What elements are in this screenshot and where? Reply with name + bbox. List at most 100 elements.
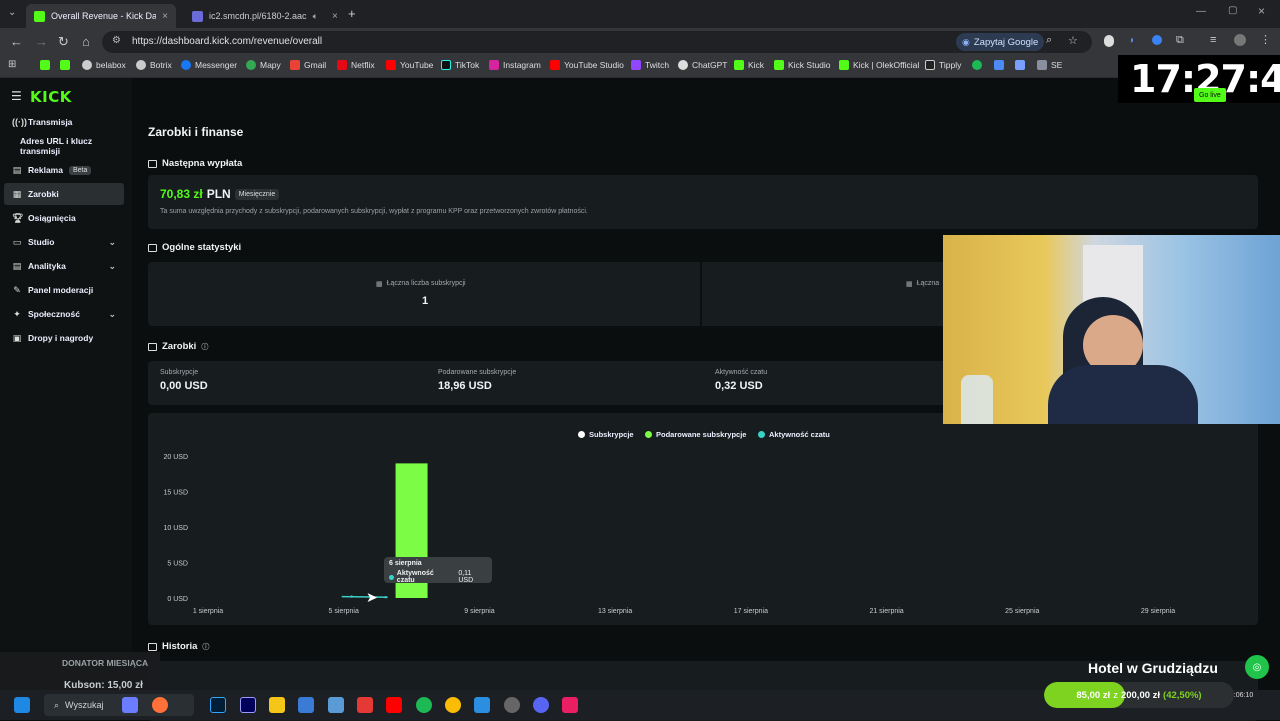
bookmark-spotify[interactable] (972, 60, 982, 70)
chrome-icon[interactable] (445, 697, 461, 713)
sidebar-item-zarobki[interactable]: ▦ Zarobki (4, 183, 124, 205)
earnings-chart: Subskrypcje Podarowane subskrypcje Aktyw… (148, 413, 1258, 625)
bookmark-netflix[interactable]: Netflix (337, 60, 375, 70)
app-icon[interactable] (122, 697, 138, 713)
premiere-icon[interactable] (240, 697, 256, 713)
site-info-icon[interactable]: ⚙ (112, 35, 121, 46)
bookmark-twitch[interactable]: Twitch (631, 60, 669, 70)
youtube-icon[interactable] (386, 697, 402, 713)
puzzle-icon[interactable]: ⧉ (1176, 34, 1184, 47)
go-live-button[interactable]: Go live (1194, 88, 1226, 102)
minimize-icon[interactable]: — (1196, 6, 1206, 17)
earnings-icon (148, 342, 157, 351)
sidebar-item-reklama[interactable]: ▤ Reklama Beta (4, 159, 124, 181)
tooltip-series: Aktywność czatu (396, 570, 434, 584)
obs-icon[interactable] (504, 697, 520, 713)
bookmark-kick-1[interactable] (40, 60, 50, 70)
bookmark-youtube[interactable]: YouTube (386, 60, 433, 70)
taskbar-search[interactable]: ⌕ Wyszukaj (44, 694, 194, 716)
bookmark-tiktok[interactable]: TikTok (441, 60, 479, 70)
kick-logo[interactable]: KICK (30, 88, 72, 106)
donator-overlay: DONATOR MIESIĄCA Kubson: 15,00 zł (0, 652, 160, 692)
maximize-icon[interactable]: ▢ (1228, 5, 1237, 16)
notepad-icon[interactable] (328, 697, 344, 713)
earnings-icon: ▦ (12, 188, 22, 199)
bookmark-gmail[interactable]: Gmail (290, 60, 326, 70)
app-icon[interactable] (474, 697, 490, 713)
tab-audio-stream[interactable]: ic2.smcdn.pl/6180-2.aac 🔈︎ × (184, 4, 339, 28)
bookmark-se[interactable]: SE (1037, 60, 1062, 70)
info-icon[interactable]: ⓘ (202, 642, 209, 652)
stat-label: Subskrypcje (160, 369, 199, 376)
photoshop-icon[interactable] (210, 697, 226, 713)
zoom-icon[interactable]: ⌕ (1046, 34, 1052, 47)
bookmark-belabox[interactable]: belabox (82, 60, 126, 70)
sidebar-item-spolecznosc[interactable]: ✦ Społeczność ⌄ (4, 303, 124, 325)
bookmark-chatgpt[interactable]: ChatGPT (678, 60, 727, 70)
profile-avatar[interactable] (1234, 34, 1246, 46)
sidebar-item-stream-key[interactable]: Adres URL i klucz transmisji (4, 135, 124, 157)
tipply-icon (925, 60, 935, 70)
goal-title: Hotel w Grudziądzu (1088, 660, 1218, 676)
sidebar-item-studio[interactable]: ▭ Studio ⌄ (4, 231, 124, 253)
y-tick-label: 5 USD (167, 561, 188, 568)
reading-list-icon[interactable]: ≡ (1210, 34, 1216, 46)
sidebar-item-panel-moderacji[interactable]: ✎ Panel moderacji (4, 279, 124, 301)
back-icon[interactable]: ← (10, 34, 23, 49)
tab-kick-dashboard[interactable]: Overall Revenue - Kick Dashboa × (26, 4, 176, 28)
spotify-icon[interactable] (416, 697, 432, 713)
goal-progress-text: 85,00 zł z 200,00 zł (42,50%) (1044, 682, 1234, 708)
bookmark-instagram[interactable]: Instagram (489, 60, 541, 70)
sidebar-item-analityka[interactable]: ▤ Analityka ⌄ (4, 255, 124, 277)
chevron-down-icon: ⌄ (108, 260, 116, 271)
bookmark-kick-olek[interactable]: Kick | OlekOfficial (839, 60, 919, 70)
bookmark-kick[interactable]: Kick (734, 60, 764, 70)
app-icon[interactable] (357, 697, 373, 713)
reload-icon[interactable]: ↻ (58, 34, 69, 50)
sidebar-item-osiagniecia[interactable]: 🏆︎ Osiągnięcia (4, 207, 124, 229)
apps-grid-icon[interactable]: ⊞ (8, 59, 16, 70)
app-icon[interactable] (562, 697, 578, 713)
extension-icon[interactable] (1152, 35, 1162, 45)
bookmark-botrix[interactable]: Botrix (136, 60, 172, 70)
sidebar-item-transmisja[interactable]: ((·)) Transmisja (4, 111, 124, 133)
extension-icon[interactable]: ◑ (1128, 35, 1134, 46)
extension-icon[interactable] (1104, 35, 1114, 47)
hamburger-menu-icon[interactable]: ☰ (11, 89, 22, 103)
close-window-icon[interactable]: × (1258, 4, 1265, 18)
windows-start-icon[interactable] (14, 697, 30, 713)
search-icon: ⌕ (54, 699, 60, 710)
discord-icon[interactable] (533, 697, 549, 713)
bookmark-messenger[interactable]: Messenger (181, 60, 237, 70)
calculator-icon[interactable] (298, 697, 314, 713)
stat-value: 0,32 USD (715, 380, 763, 392)
label-text: Łączna liczba subskrypcji (386, 280, 466, 287)
stat-subscriptions: Subskrypcje 0,00 USD (160, 369, 208, 392)
kick-favicon-icon (34, 10, 45, 22)
forward-icon[interactable]: → (35, 34, 48, 49)
globe-icon (136, 60, 146, 70)
sidebar-item-dropy[interactable]: ▣ Dropy i nagrody (4, 327, 124, 349)
ask-google-button[interactable]: ◉ Zapytaj Google (956, 33, 1045, 51)
bookmark-mapy[interactable]: Mapy (246, 60, 281, 70)
home-icon[interactable]: ⌂ (82, 34, 90, 49)
url-bar[interactable]: ⚙ https://dashboard.kick.com/revenue/ove… (102, 31, 1092, 53)
bookmark-kick-2[interactable] (60, 60, 70, 70)
bookmark-youtube-studio[interactable]: YouTube Studio (550, 60, 624, 70)
menu-icon[interactable]: ⋮ (1260, 33, 1271, 46)
info-icon[interactable]: ⓘ (201, 342, 208, 352)
firefox-icon[interactable] (152, 697, 168, 713)
new-tab-icon[interactable]: + (348, 6, 356, 21)
close-tab-icon[interactable]: × (332, 11, 338, 22)
bookmark-star-icon[interactable]: ☆ (1068, 34, 1078, 47)
total-subs-value: 1 (422, 295, 429, 307)
tab-search-icon[interactable]: ⌄ (8, 7, 16, 18)
file-explorer-icon[interactable] (269, 697, 285, 713)
bookmark-tipply[interactable]: Tipply (925, 60, 961, 70)
bookmark-kick-studio[interactable]: Kick Studio (774, 60, 831, 70)
bookmark-ext[interactable] (1015, 60, 1025, 70)
close-tab-icon[interactable]: × (162, 11, 168, 22)
goal-percent: (42,50%) (1163, 689, 1202, 701)
bookmark-ext[interactable] (994, 60, 1004, 70)
bookmark-label: ChatGPT (692, 60, 728, 70)
